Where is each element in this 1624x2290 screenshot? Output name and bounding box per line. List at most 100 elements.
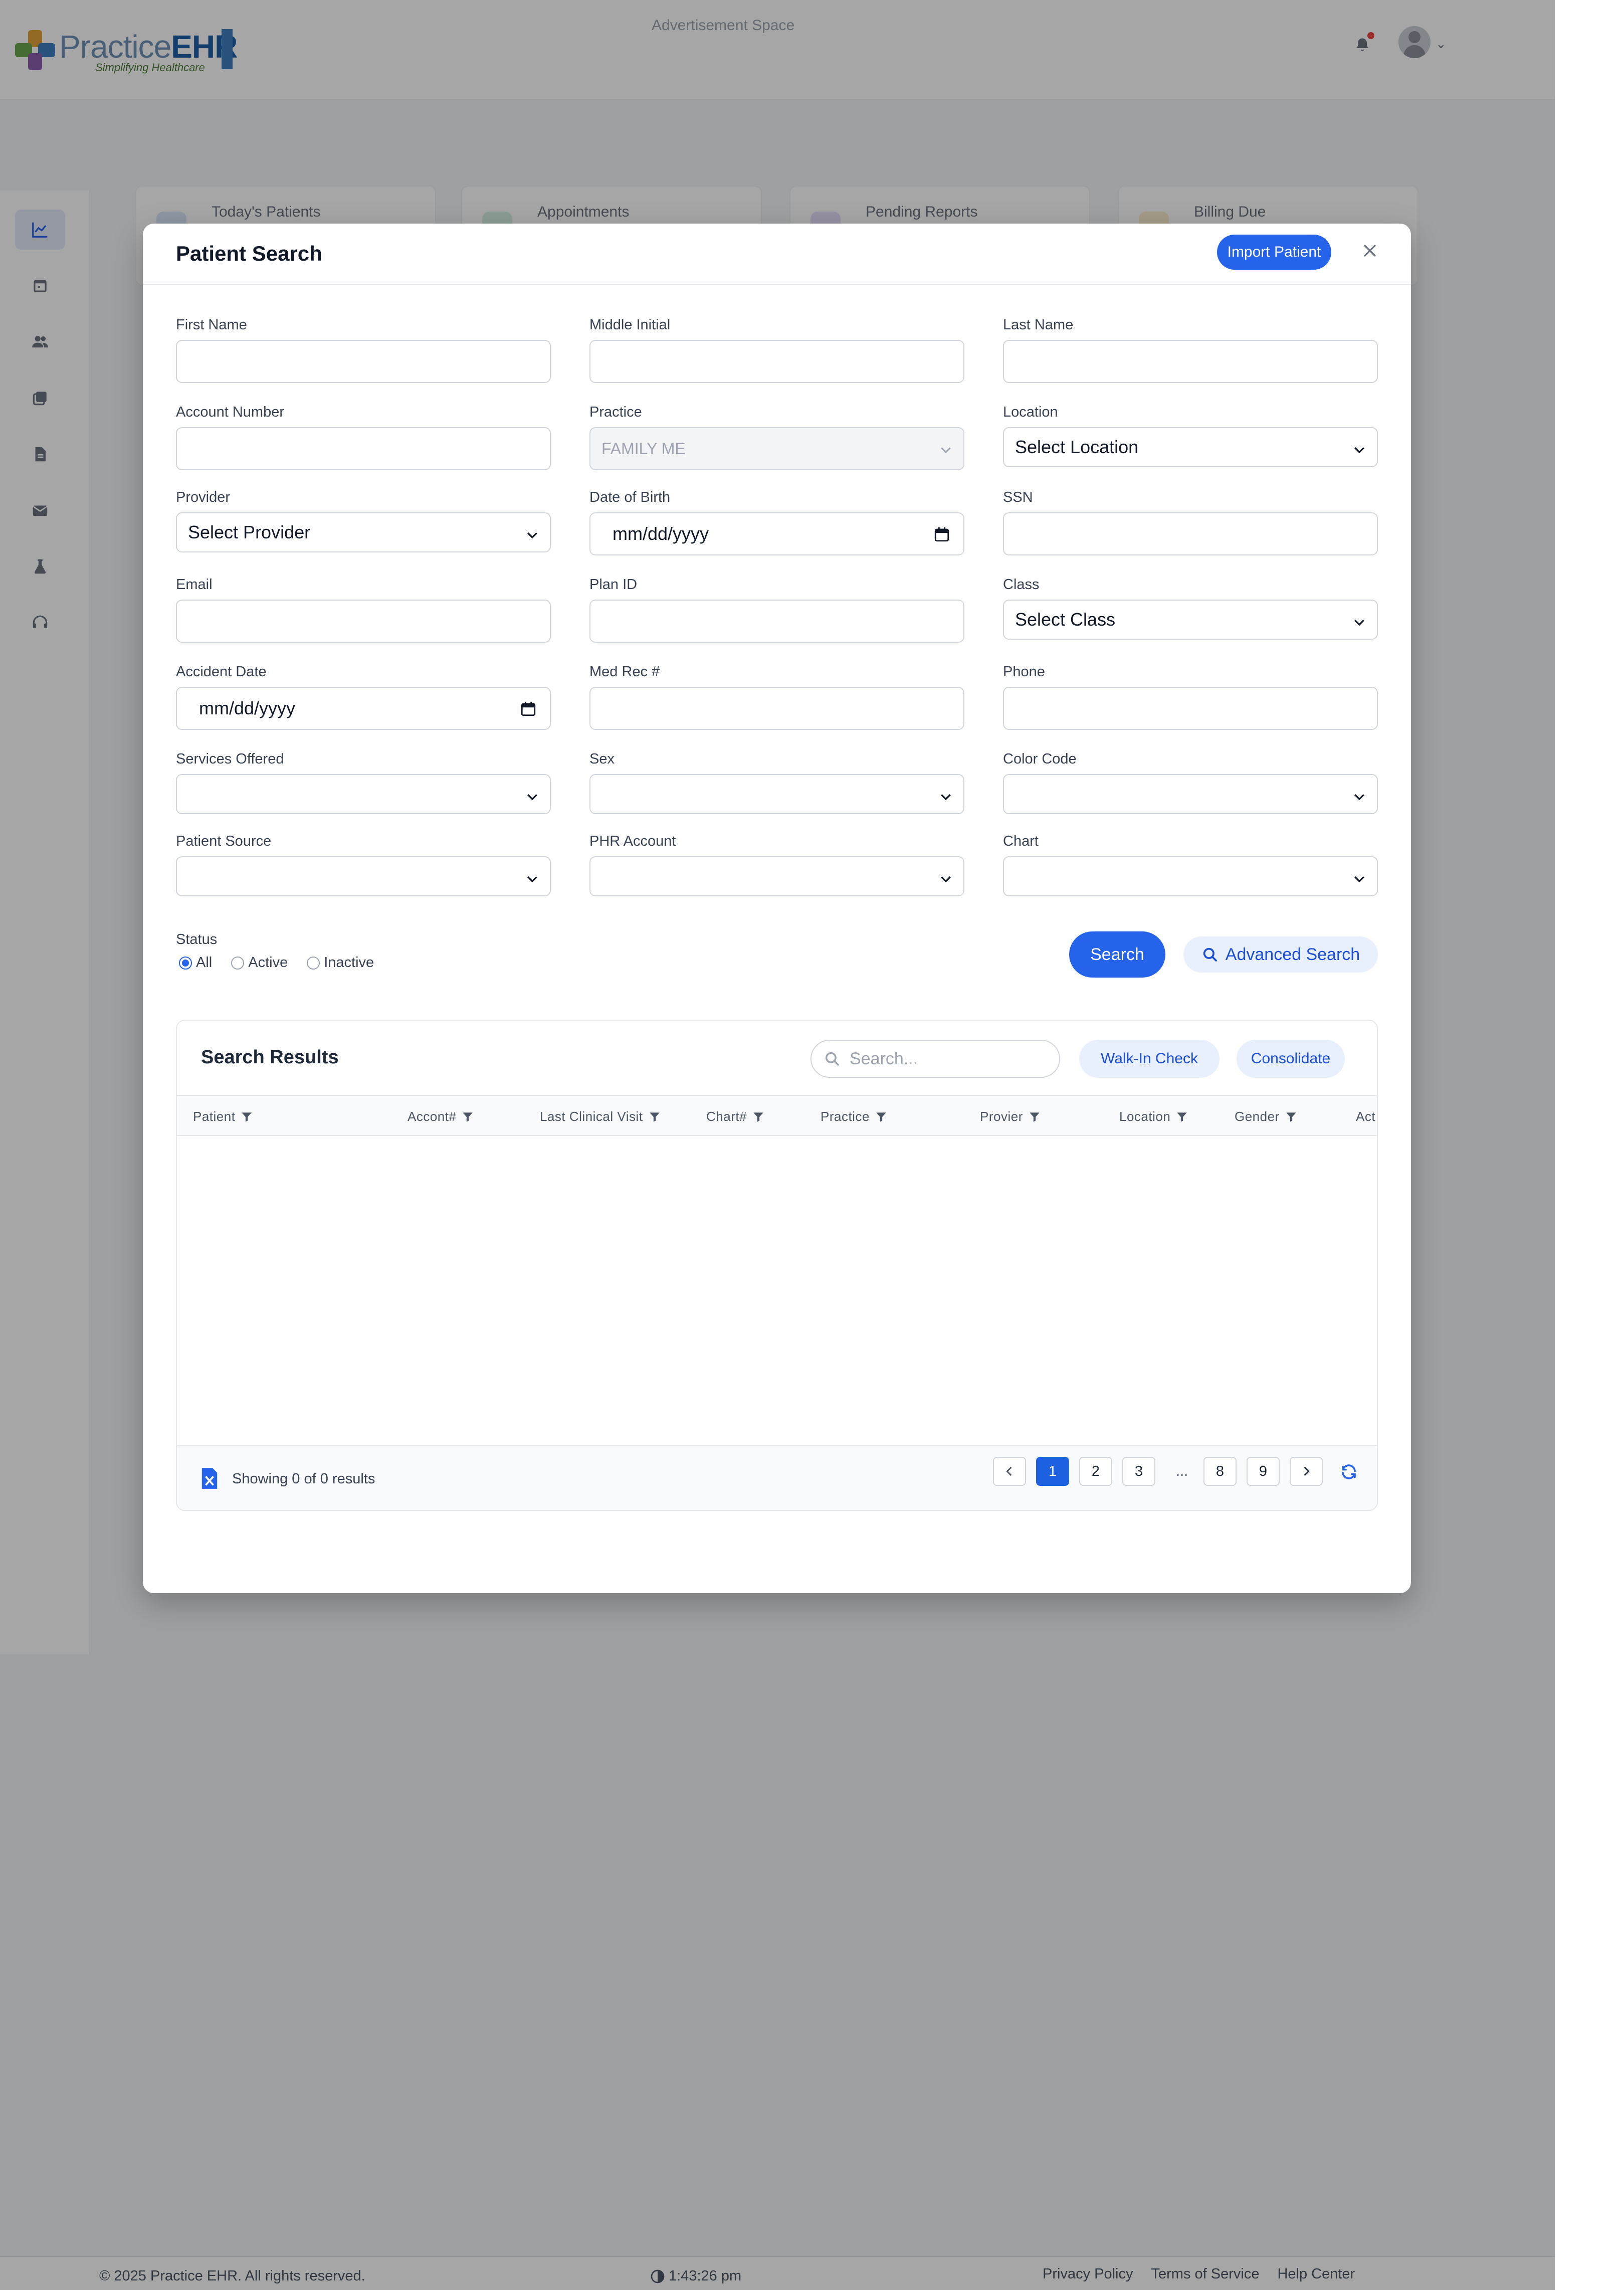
search-button[interactable]: Search — [1069, 931, 1165, 978]
services-offered-select[interactable] — [176, 774, 551, 814]
prev-page-button[interactable] — [993, 1457, 1026, 1486]
phone-input[interactable] — [1003, 687, 1378, 730]
filter-icon[interactable] — [1285, 1110, 1298, 1123]
filter-icon[interactable] — [752, 1110, 765, 1123]
column-account[interactable]: Accont# — [408, 1109, 474, 1124]
page-button[interactable]: 2 — [1079, 1457, 1112, 1486]
chevron-down-icon — [1352, 788, 1367, 803]
med-rec-field: Med Rec # — [589, 664, 964, 730]
class-value: Select Class — [1015, 609, 1116, 630]
patient-source-field: Patient Source — [176, 833, 551, 896]
middle-initial-input[interactable] — [589, 340, 964, 383]
color-code-label: Color Code — [1003, 751, 1077, 767]
status-all-radio[interactable]: All — [179, 955, 212, 971]
ssn-input[interactable] — [1003, 512, 1378, 555]
accident-date-input[interactable]: mm/dd/yyyy — [176, 687, 551, 730]
filter-icon[interactable] — [240, 1110, 253, 1123]
next-page-button[interactable] — [1290, 1457, 1323, 1486]
practice-field: Practice FAMILY ME — [589, 404, 964, 470]
account-number-input[interactable] — [176, 427, 551, 470]
phr-account-select[interactable] — [589, 856, 964, 896]
accident-date-value: mm/dd/yyyy — [199, 698, 296, 718]
provider-select[interactable]: Select Provider — [176, 512, 551, 552]
chevron-down-icon — [1352, 441, 1367, 456]
phone-label: Phone — [1003, 664, 1045, 680]
close-icon[interactable] — [1356, 237, 1384, 265]
excel-export-icon[interactable] — [200, 1467, 219, 1490]
class-label: Class — [1003, 577, 1040, 593]
last-name-input[interactable] — [1003, 340, 1378, 383]
first-name-input[interactable] — [176, 340, 551, 383]
class-field: Class Select Class — [1003, 577, 1378, 640]
accident-date-label: Accident Date — [176, 664, 267, 680]
accident-date-field: Accident Date mm/dd/yyyy — [176, 664, 551, 730]
filter-icon[interactable] — [1175, 1110, 1188, 1123]
page-button[interactable]: 1 — [1036, 1457, 1069, 1486]
chart-select[interactable] — [1003, 856, 1378, 896]
filter-icon[interactable] — [648, 1110, 661, 1123]
status-all-label: All — [196, 955, 213, 971]
column-chart[interactable]: Chart# — [706, 1109, 765, 1124]
search-icon — [825, 1052, 839, 1066]
phone-field: Phone — [1003, 664, 1378, 730]
phr-account-label: PHR Account — [589, 833, 676, 849]
chevron-down-icon — [525, 788, 540, 803]
page-button[interactable]: 3 — [1122, 1457, 1155, 1486]
email-input[interactable] — [176, 600, 551, 643]
ssn-field: SSN — [1003, 489, 1378, 555]
chevron-left-icon — [1006, 1466, 1012, 1476]
walk-in-check-button[interactable]: Walk-In Check — [1079, 1040, 1220, 1078]
consolidate-button[interactable]: Consolidate — [1237, 1040, 1345, 1078]
date-of-birth-value: mm/dd/yyyy — [613, 523, 709, 544]
column-label: Chart# — [706, 1109, 747, 1124]
account-number-label: Account Number — [176, 404, 284, 420]
column-practice[interactable]: Practice — [821, 1109, 888, 1124]
status-label: Status — [176, 931, 218, 947]
radio-circle[interactable] — [179, 956, 192, 970]
filter-icon[interactable] — [461, 1110, 474, 1123]
search-results-panel: Search Results Search... Walk-In Check C… — [176, 1020, 1378, 1511]
page-button[interactable]: 9 — [1247, 1457, 1280, 1486]
advanced-search-button[interactable]: Advanced Search — [1183, 936, 1378, 973]
calendar-icon[interactable] — [933, 525, 950, 543]
sex-select[interactable] — [589, 774, 964, 814]
column-location[interactable]: Location — [1119, 1109, 1188, 1124]
plan-id-field: Plan ID — [589, 577, 964, 643]
color-code-select[interactable] — [1003, 774, 1378, 814]
radio-circle[interactable] — [307, 956, 320, 970]
location-label: Location — [1003, 404, 1058, 420]
calendar-icon[interactable] — [520, 700, 537, 718]
import-patient-button[interactable]: Import Patient — [1217, 235, 1331, 270]
search-icon — [1203, 947, 1217, 962]
status-active-radio[interactable]: Active — [231, 955, 288, 971]
refresh-icon[interactable] — [1340, 1463, 1358, 1481]
column-label: Provier — [980, 1109, 1023, 1124]
column-last-clinical-visit[interactable]: Last Clinical Visit — [540, 1109, 661, 1124]
column-label: Gender — [1235, 1109, 1280, 1124]
plan-id-input[interactable] — [589, 600, 964, 643]
filter-icon[interactable] — [1028, 1110, 1041, 1123]
chevron-down-icon — [1352, 613, 1367, 628]
location-select[interactable]: Select Location — [1003, 427, 1378, 467]
status-inactive-radio[interactable]: Inactive — [307, 955, 374, 971]
sex-label: Sex — [589, 751, 615, 767]
radio-circle[interactable] — [231, 956, 245, 970]
page-ellipsis: ... — [1175, 1463, 1188, 1479]
services-offered-field: Services Offered — [176, 751, 551, 814]
patient-source-select[interactable] — [176, 856, 551, 896]
column-label: Act — [1356, 1109, 1376, 1124]
results-search-input[interactable]: Search... — [810, 1040, 1060, 1078]
chevron-down-icon — [1352, 870, 1367, 885]
class-select[interactable]: Select Class — [1003, 600, 1378, 640]
column-gender[interactable]: Gender — [1235, 1109, 1298, 1124]
last-name-field: Last Name — [1003, 317, 1378, 383]
date-of-birth-input[interactable]: mm/dd/yyyy — [589, 512, 964, 555]
chevron-down-icon — [938, 788, 953, 803]
column-patient[interactable]: Patient — [193, 1109, 253, 1124]
med-rec-input[interactable] — [589, 687, 964, 730]
sex-field: Sex — [589, 751, 964, 814]
middle-initial-label: Middle Initial — [589, 317, 671, 333]
column-provider[interactable]: Provier — [980, 1109, 1041, 1124]
filter-icon[interactable] — [875, 1110, 888, 1123]
page-button[interactable]: 8 — [1203, 1457, 1237, 1486]
